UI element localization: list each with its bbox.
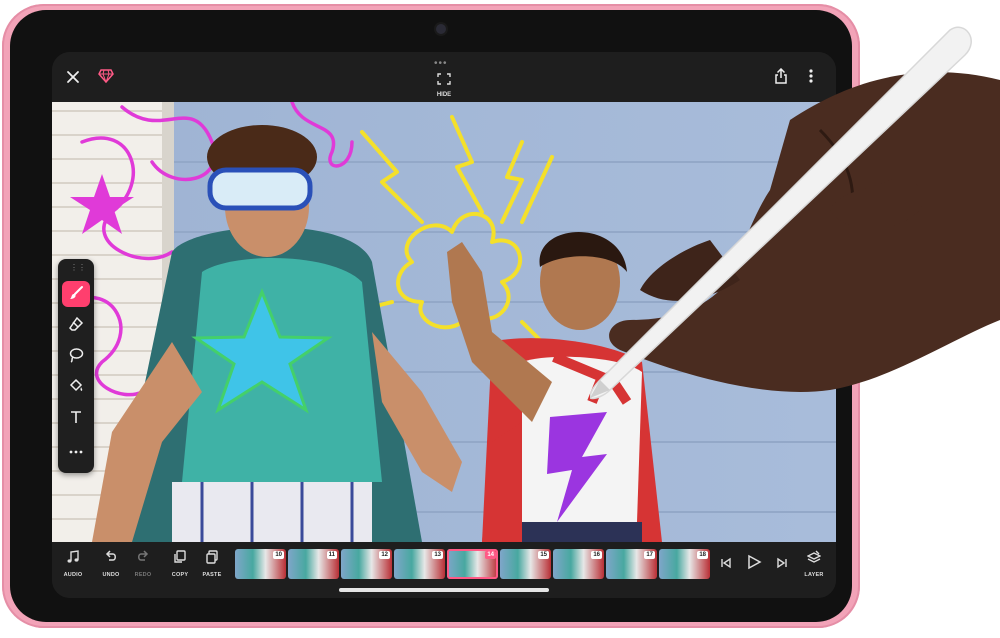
tool-eraser[interactable] <box>62 312 90 338</box>
tool-more[interactable] <box>62 439 90 465</box>
hide-label: HIDE <box>436 92 452 98</box>
frame-thumbnail-selected[interactable]: 14 <box>447 549 498 579</box>
hand-with-pencil <box>590 26 1000 400</box>
audio-button[interactable]: AUDIO <box>56 550 90 578</box>
layer-button[interactable]: LAYER <box>797 550 831 578</box>
front-camera <box>436 24 446 34</box>
frame-number: 18 <box>697 551 708 559</box>
drag-handle-icon[interactable]: ••• <box>434 58 448 69</box>
tool-lasso[interactable] <box>62 343 90 369</box>
hide-button[interactable]: HIDE <box>431 72 457 98</box>
frame-number: 17 <box>644 551 655 559</box>
frame-number: 15 <box>538 551 549 559</box>
frame-thumbnail[interactable]: 17 <box>606 549 657 579</box>
frame-thumbnail[interactable]: 16 <box>553 549 604 579</box>
brush-icon <box>70 286 83 299</box>
undo-label: UNDO <box>102 572 120 578</box>
frame-filmstrip: 10 11 12 13 14 15 16 17 18 <box>235 549 710 579</box>
copy-icon <box>174 550 186 563</box>
gem-icon[interactable] <box>98 69 114 87</box>
close-icon[interactable] <box>66 70 80 88</box>
frame-thumbnail[interactable]: 12 <box>341 549 392 579</box>
redo-button[interactable]: REDO <box>126 550 160 578</box>
frame-thumbnail[interactable]: 11 <box>288 549 339 579</box>
skip-back-button[interactable] <box>720 556 732 574</box>
paste-label: PASTE <box>202 572 222 578</box>
fill-bucket-icon <box>69 378 83 392</box>
copy-label: COPY <box>171 572 189 578</box>
play-button[interactable] <box>746 554 762 575</box>
more-icon <box>69 450 83 454</box>
layer-label: LAYER <box>804 572 824 578</box>
skip-forward-button[interactable] <box>776 556 788 574</box>
frame-number: 14 <box>485 551 496 559</box>
frame-thumbnail[interactable]: 18 <box>659 549 710 579</box>
music-note-icon <box>67 550 79 563</box>
palette-grip-icon[interactable]: ⋮⋮ <box>70 264 86 272</box>
hide-icon <box>437 73 451 85</box>
paste-button[interactable]: PASTE <box>195 550 229 578</box>
frame-number: 11 <box>326 551 337 559</box>
tool-fill[interactable] <box>62 374 90 400</box>
lasso-icon <box>69 348 84 363</box>
paste-icon <box>206 550 218 564</box>
tool-text[interactable] <box>62 405 90 431</box>
frame-thumbnail[interactable]: 15 <box>500 549 551 579</box>
undo-icon <box>105 550 116 561</box>
play-icon <box>748 554 762 570</box>
frame-number: 16 <box>591 551 602 559</box>
home-indicator[interactable] <box>339 588 549 592</box>
layers-icon <box>806 550 822 563</box>
frame-number: 12 <box>379 551 390 559</box>
tool-brush[interactable] <box>62 281 90 307</box>
bottom-toolbar: AUDIO UNDO REDO COPY PASTE 10 11 12 13 1… <box>52 542 836 598</box>
tool-palette: ⋮⋮ <box>58 259 94 473</box>
eraser-icon <box>69 316 84 331</box>
redo-label: REDO <box>134 572 152 578</box>
redo-icon <box>138 550 149 561</box>
frame-number: 10 <box>273 551 284 559</box>
undo-button[interactable]: UNDO <box>94 550 128 578</box>
text-icon <box>71 411 81 423</box>
skip-back-icon <box>721 557 731 569</box>
skip-forward-icon <box>777 557 787 569</box>
audio-label: AUDIO <box>63 572 83 578</box>
frame-number: 13 <box>432 551 443 559</box>
frame-thumbnail[interactable]: 10 <box>235 549 286 579</box>
copy-button[interactable]: COPY <box>163 550 197 578</box>
frame-thumbnail[interactable]: 13 <box>394 549 445 579</box>
